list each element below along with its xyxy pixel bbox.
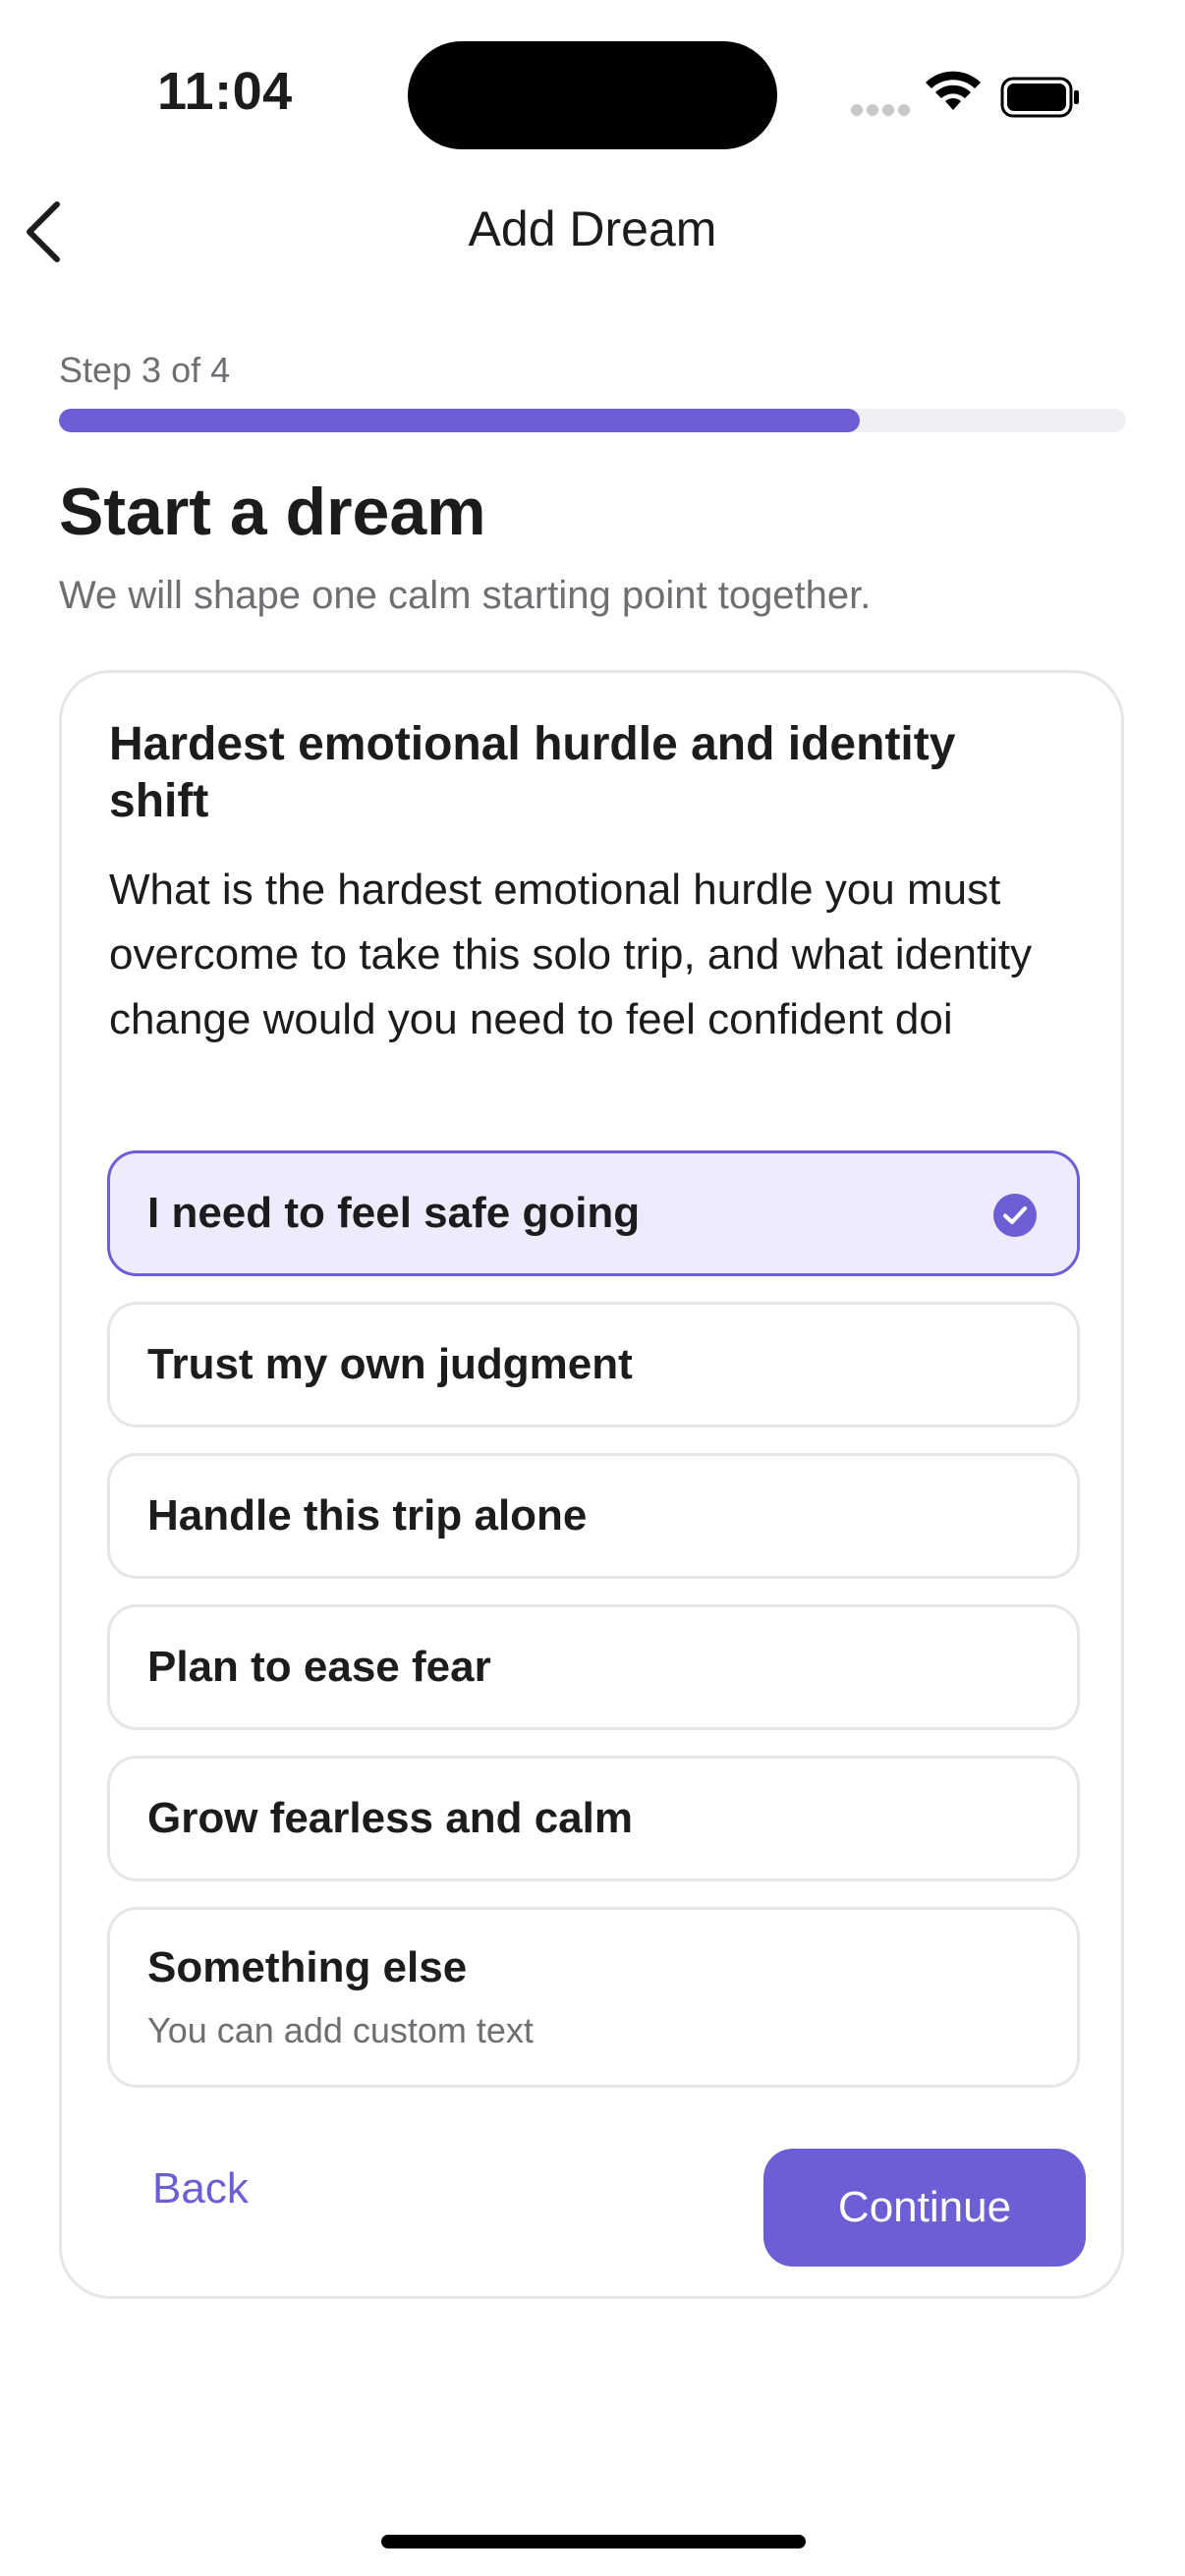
check-circle-icon — [993, 1194, 1037, 1237]
option-item[interactable]: Plan to ease fear — [107, 1604, 1080, 1730]
progress-bar — [59, 409, 1126, 432]
option-label: Handle this trip alone — [147, 1491, 588, 1540]
option-sublabel: You can add custom text — [147, 2010, 534, 2050]
battery-icon — [1000, 77, 1079, 118]
continue-button[interactable]: Continue — [763, 2149, 1086, 2267]
page-title: Start a dream — [59, 475, 486, 549]
page-subtitle: We will shape one calm starting point to… — [59, 574, 872, 617]
option-label: Plan to ease fear — [147, 1643, 491, 1691]
option-label: Trust my own judgment — [147, 1340, 633, 1388]
nav-title: Add Dream — [468, 201, 717, 256]
options-list: I need to feel safe going Trust my own j… — [107, 1150, 1080, 2113]
status-time: 11:04 — [157, 62, 293, 121]
question-body: What is the hardest emotional hurdle you… — [109, 866, 1033, 1043]
option-item[interactable]: Handle this trip alone — [107, 1453, 1080, 1579]
dynamic-island — [408, 41, 777, 149]
home-indicator — [381, 2535, 806, 2548]
option-item[interactable]: I need to feel safe going — [107, 1150, 1080, 1276]
option-label: Grow fearless and calm — [147, 1794, 633, 1842]
back-button[interactable]: Back — [152, 2164, 249, 2213]
cellular-signal-icon — [851, 104, 910, 118]
wifi-icon — [926, 71, 981, 110]
option-label: I need to feel safe going — [147, 1189, 641, 1237]
option-item[interactable]: Grow fearless and calm — [107, 1756, 1080, 1881]
question-card: Hardest emotional hurdle and identity sh… — [59, 670, 1124, 2299]
step-label: Step 3 of 4 — [59, 350, 231, 390]
progress-fill — [59, 409, 860, 432]
option-label: Something else — [147, 1943, 468, 1991]
option-item-something-else[interactable]: Something else You can add custom text — [107, 1907, 1080, 2088]
question-title: Hardest emotional hurdle and identity sh… — [109, 718, 956, 827]
option-item[interactable]: Trust my own judgment — [107, 1302, 1080, 1428]
